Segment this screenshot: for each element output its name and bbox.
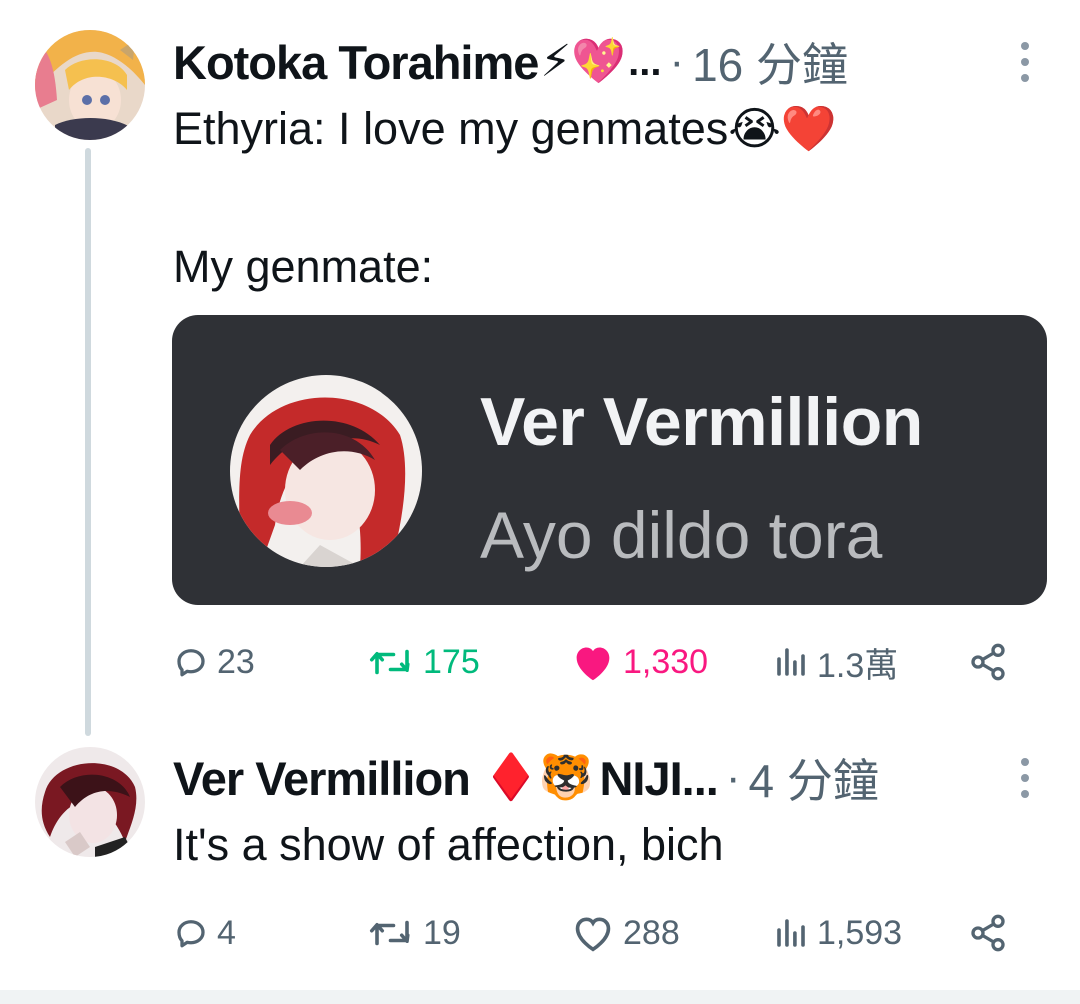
tweet-text-line: It's a show of affection, bich (173, 819, 724, 870)
author-name[interactable]: Ver Vermillion (173, 751, 471, 806)
reply-button[interactable]: 23 (173, 637, 255, 687)
tweet-text-line: Ethyria: I love my genmates😭❤️ (173, 103, 837, 154)
tweet-thread: Kotoka Torahime ⚡💖 ... · 16 分鐘 Ethyria: … (0, 0, 1080, 1004)
retweet-icon (369, 920, 410, 946)
tweet-media-image[interactable]: Ver Vermillion Ayo dildo tora (172, 315, 1047, 605)
tweet-header: Kotoka Torahime ⚡💖 ... · 16 分鐘 (173, 32, 848, 92)
separator: · (669, 37, 685, 86)
like-count: 1,330 (623, 642, 709, 681)
views-icon (777, 648, 805, 676)
author-emojis: ♦️🐯 (483, 753, 594, 802)
share-button[interactable] (968, 637, 1008, 687)
heart-icon (576, 647, 610, 681)
reply-button[interactable]: 4 (173, 908, 236, 958)
reply-icon (177, 920, 205, 948)
avatar-kotoka[interactable] (35, 30, 145, 140)
avatar-ver[interactable] (35, 747, 145, 857)
timestamp[interactable]: 16 分鐘 (692, 29, 848, 95)
author-extra: NIJI... (599, 751, 718, 805)
media-avatar (230, 375, 422, 567)
author-name[interactable]: Kotoka Torahime (173, 35, 539, 90)
views-button[interactable]: 1.3萬 (773, 637, 898, 687)
views-count: 1.3萬 (817, 646, 899, 685)
retweet-button[interactable]: 19 (369, 908, 461, 958)
author-emojis: ⚡💖 (540, 37, 627, 86)
tweet-text-line: My genmate: (173, 241, 434, 292)
more-icon[interactable] (1020, 42, 1030, 82)
reply-icon (177, 649, 205, 677)
media-message-text: Ayo dildo tora (480, 498, 883, 572)
views-count: 1,593 (817, 913, 903, 952)
tweet-actions: 23 175 1,330 1.3萬 (173, 637, 1013, 687)
more-icon[interactable] (1020, 758, 1030, 798)
share-icon (971, 643, 1005, 681)
reply-count: 4 (217, 913, 236, 952)
like-count: 288 (623, 913, 680, 952)
like-button[interactable]: 288 (571, 908, 680, 958)
views-button[interactable]: 1,593 (773, 908, 902, 958)
tweet-header: Ver Vermillion ♦️🐯 NIJI... · 4 分鐘 (173, 748, 879, 808)
timestamp[interactable]: 4 分鐘 (748, 745, 878, 811)
reply-count: 23 (217, 642, 255, 681)
heart-icon (575, 917, 611, 952)
share-icon (971, 914, 1005, 952)
views-icon (777, 919, 805, 947)
like-button[interactable]: 1,330 (571, 637, 708, 687)
retweet-icon (369, 649, 410, 675)
retweet-count: 175 (423, 642, 480, 681)
thread-connector-line (85, 148, 91, 736)
bottom-divider (0, 990, 1080, 1004)
retweet-button[interactable]: 175 (369, 637, 480, 687)
tweet-actions: 4 19 288 1,593 (173, 908, 1013, 958)
share-button[interactable] (968, 908, 1008, 958)
retweet-count: 19 (423, 913, 461, 952)
media-display-name: Ver Vermillion (480, 384, 923, 460)
separator: · (725, 753, 741, 802)
name-truncation: ... (628, 39, 662, 84)
